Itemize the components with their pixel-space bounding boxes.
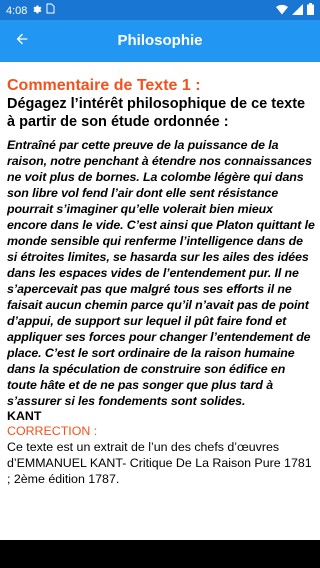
app-bar: Philosophie — [0, 20, 320, 62]
article-content[interactable]: Commentaire de Texte 1 : Dégagez l’intér… — [7, 76, 315, 508]
wifi-icon — [276, 4, 288, 18]
page-title: Philosophie — [117, 32, 203, 49]
subject-heading: Dégagez l’intérêt philosophique de ce te… — [7, 96, 306, 130]
system-navigation-bar — [0, 540, 320, 568]
author-name: KANT — [7, 409, 42, 423]
correction-label: CORRECTION : — [7, 424, 98, 438]
status-left: 4:08 — [6, 3, 55, 18]
section-heading: Commentaire de Texte 1 : — [7, 77, 201, 94]
status-bar: 4:08 — [0, 0, 320, 20]
correction-text: Ce texte est un extrait de l’un des chef… — [7, 440, 312, 486]
battery-icon — [307, 3, 314, 18]
gear-icon — [31, 3, 42, 18]
quote-text: Entraîné par cette preuve de la puissanc… — [7, 138, 315, 408]
sim-card-icon — [46, 3, 55, 18]
cell-signal-icon — [292, 3, 303, 18]
status-right — [276, 3, 314, 18]
status-time: 4:08 — [6, 4, 28, 17]
